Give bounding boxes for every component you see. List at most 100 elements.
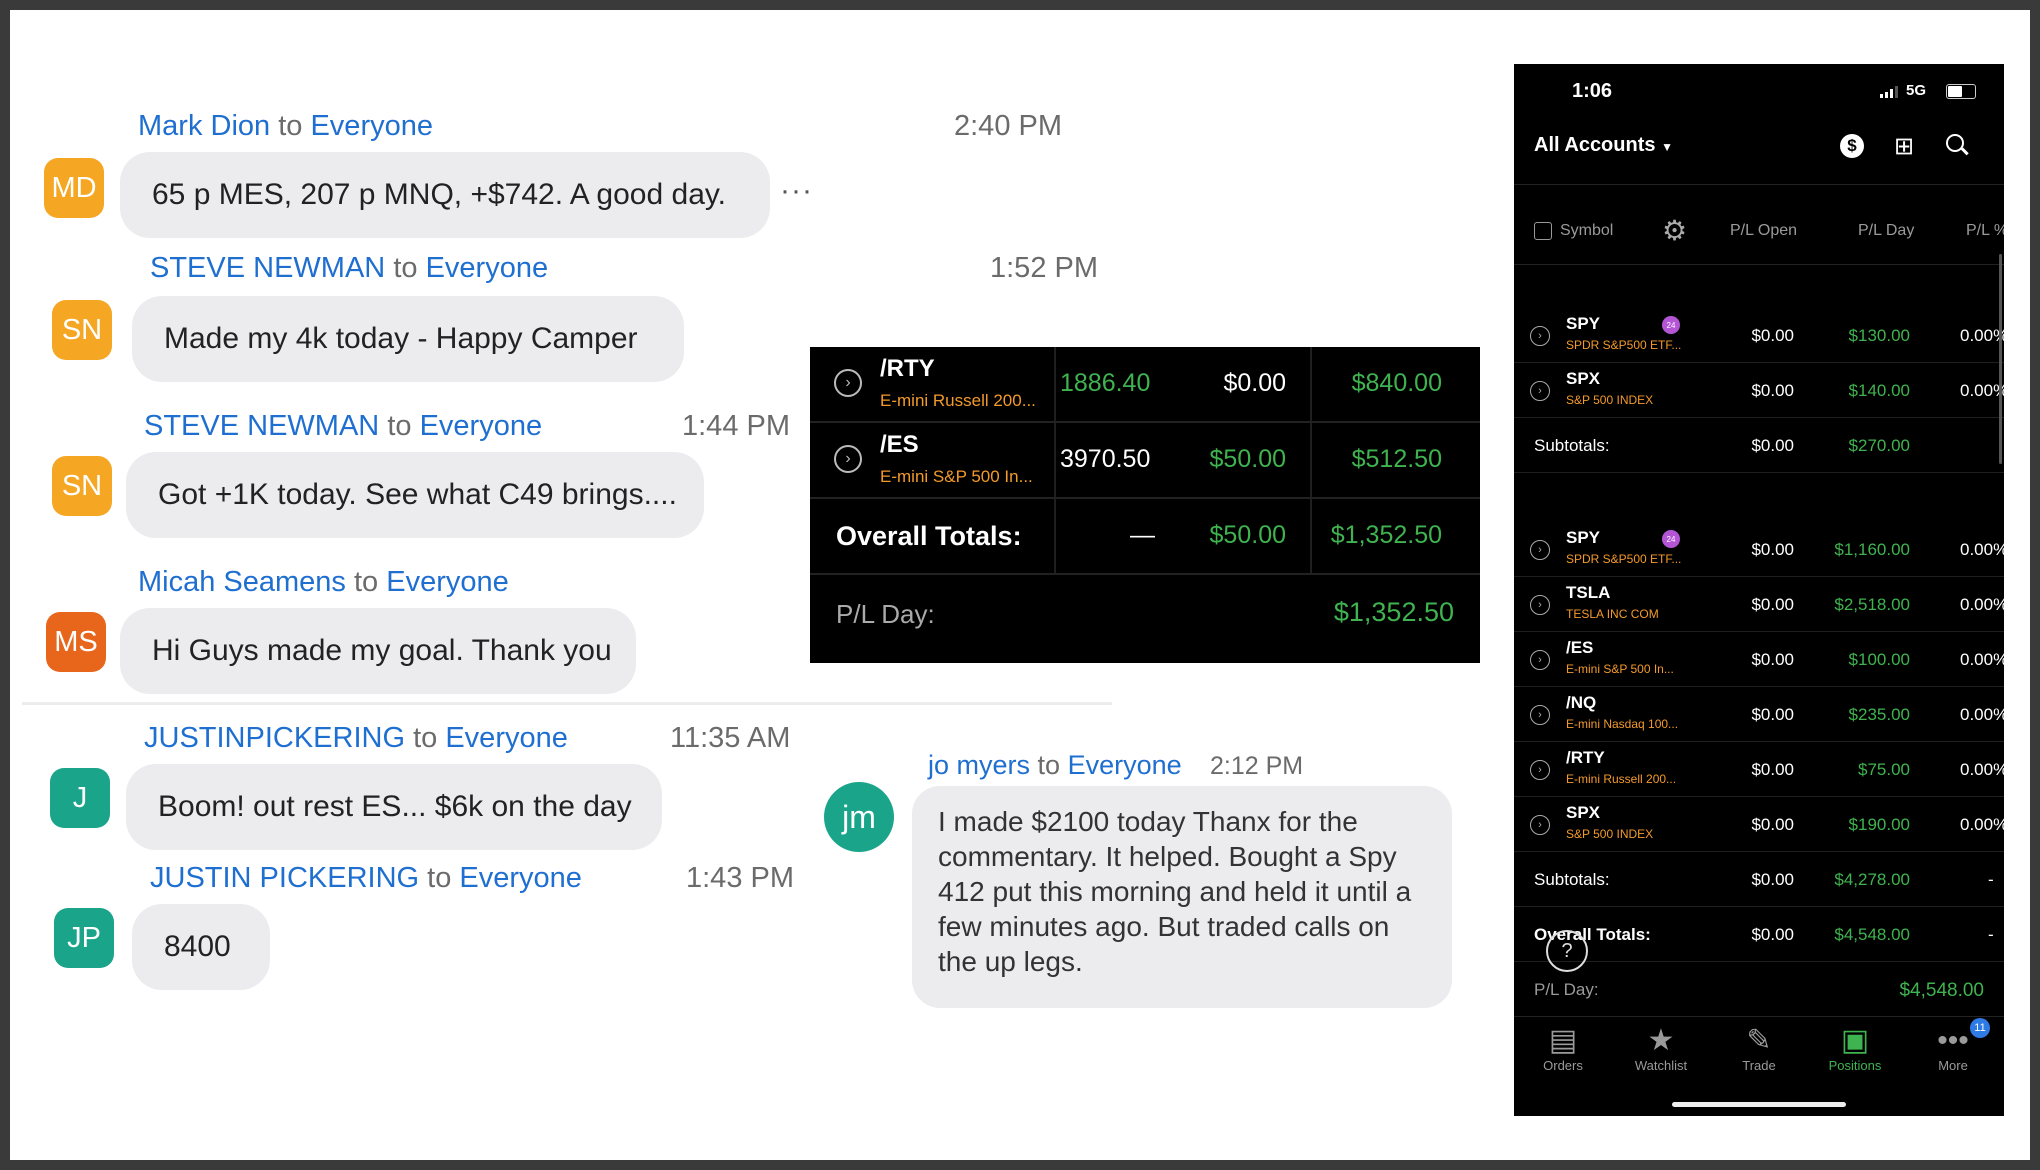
symbol: /RTY — [880, 355, 935, 382]
settings-gear-icon[interactable]: ⚙ — [1662, 214, 1687, 247]
sender-name[interactable]: STEVE NEWMAN — [144, 410, 379, 442]
scrollbar[interactable] — [1999, 254, 2002, 464]
symbol: SPX — [1566, 369, 1601, 388]
sender-name[interactable]: jo myers — [928, 750, 1030, 780]
pl-open: $0.00 — [1751, 760, 1794, 779]
to-label: to — [278, 110, 303, 142]
divider — [22, 702, 1112, 705]
position-row[interactable]: › /RTY E-mini Russell 200... $0.00 $75.0… — [1514, 742, 2004, 797]
sender-name[interactable]: JUSTIN PICKERING — [150, 862, 419, 894]
tab-trade[interactable]: ✎ Trade — [1714, 1024, 1804, 1073]
position-row[interactable]: › /NQ E-mini Nasdaq 100... $0.00 $235.00… — [1514, 687, 2004, 742]
notification-badge: 11 — [1970, 1018, 1990, 1038]
pl-open: $0.00 — [1751, 815, 1794, 834]
pl-day-row: P/L Day: $1,352.50 — [810, 575, 1480, 651]
expand-chevron-icon[interactable]: › — [1530, 326, 1550, 346]
tab-watchlist[interactable]: ★ Watchlist — [1616, 1024, 1706, 1073]
message-bubble[interactable]: Made my 4k today - Happy Camper — [132, 296, 684, 382]
battery-icon — [1946, 84, 1976, 99]
positions-icon: ▣ — [1840, 1024, 1870, 1057]
message-bubble[interactable]: Got +1K today. See what C49 brings.... — [126, 452, 704, 538]
expand-chevron-icon[interactable]: › — [1530, 540, 1550, 560]
sender-name[interactable]: JUSTINPICKERING — [144, 722, 405, 754]
column-symbol[interactable]: Symbol — [1560, 222, 1613, 240]
position-row[interactable]: › /ES E-mini S&P 500 In... $0.00 $100.00… — [1514, 632, 2004, 687]
position-row[interactable]: › SPY 24 SPDR S&P500 ETF... $0.00 $1,160… — [1514, 522, 2004, 577]
accounts-dropdown[interactable]: All Accounts ▼ — [1534, 134, 1673, 157]
pl-pct: 0.00% — [1960, 595, 2004, 614]
column-pl-pct[interactable]: P/L % — [1966, 222, 2004, 240]
pl-open: $0.00 — [1751, 326, 1794, 345]
network-label: 5G — [1906, 82, 1927, 99]
position-row[interactable]: › SPX S&P 500 INDEX $0.00 $190.00 0.00% — [1514, 797, 2004, 852]
to-label: to — [427, 862, 452, 894]
message-text: Hi Guys made my goal. Thank you — [152, 634, 612, 667]
expand-chevron-icon[interactable]: › — [834, 445, 862, 473]
positions-phone-screen: 1:06 5G All Accounts ▼ $ ⊞ Symbol ⚙ P/L … — [1514, 64, 2004, 1116]
message-time: 2:12 PM — [1210, 752, 1304, 780]
dollar-icon[interactable]: $ — [1840, 134, 1864, 158]
expand-chevron-icon[interactable]: › — [1530, 815, 1550, 835]
message-bubble[interactable]: I made $2100 today Thanx for the comment… — [912, 786, 1452, 1008]
message-bubble[interactable]: Hi Guys made my goal. Thank you — [120, 608, 636, 694]
position-row[interactable]: › SPY 24 SPDR S&P500 ETF... $0.00 $130.0… — [1514, 308, 2004, 363]
pl-pct: 0.00% — [1960, 650, 2004, 669]
tab-positions[interactable]: ▣ Positions — [1810, 1024, 1900, 1073]
pl-open: $0.00 — [1751, 381, 1794, 400]
tab-label: Orders — [1543, 1058, 1583, 1073]
column-pl-day[interactable]: P/L Day — [1858, 222, 1914, 240]
audience-name[interactable]: Everyone — [459, 862, 582, 894]
message-text: 8400 — [164, 930, 231, 963]
search-icon[interactable] — [1946, 134, 1970, 158]
audience-name[interactable]: Everyone — [1068, 750, 1182, 780]
audience-name[interactable]: Everyone — [386, 566, 509, 598]
audience-name[interactable]: Everyone — [310, 110, 433, 142]
symbol: /ES — [880, 431, 919, 458]
sender-name[interactable]: Mark Dion — [138, 110, 270, 142]
pl-open: $0.00 — [1751, 650, 1794, 669]
expand-chevron-icon[interactable]: › — [1530, 381, 1550, 401]
pl-open: $0.00 — [1223, 369, 1286, 397]
totals-pl-open: $50.00 — [1209, 521, 1286, 549]
to-label: to — [354, 566, 379, 598]
to-label: to — [393, 252, 418, 284]
table-row[interactable]: › /RTY E-mini Russell 200... 1886.40 $0.… — [810, 347, 1480, 423]
add-list-icon[interactable]: ⊞ — [1894, 132, 1914, 161]
column-pl-open[interactable]: P/L Open — [1730, 222, 1797, 240]
message-header: Mark Dion to Everyone — [138, 110, 433, 143]
position-row[interactable]: › SPX S&P 500 INDEX $0.00 $140.00 0.00% — [1514, 363, 2004, 418]
sender-name[interactable]: Micah Seamens — [138, 566, 346, 598]
badge: 24 — [1662, 316, 1680, 334]
more-options-icon[interactable]: ··· — [780, 174, 813, 208]
message-bubble[interactable]: 8400 — [132, 904, 270, 990]
audience-name[interactable]: Everyone — [426, 252, 549, 284]
pl-day-label: P/L Day: — [836, 599, 935, 629]
tab-orders[interactable]: ▤ Orders — [1518, 1024, 1608, 1073]
expand-chevron-icon[interactable]: › — [1530, 705, 1550, 725]
message-time: 1:43 PM — [686, 862, 794, 894]
avatar: SN — [52, 300, 112, 360]
tab-bar-divider — [1514, 1016, 2004, 1017]
symbol-description: SPDR S&P500 ETF... — [1566, 552, 1682, 566]
pl-day: $840.00 — [1351, 369, 1442, 397]
sender-name[interactable]: STEVE NEWMAN — [150, 252, 385, 284]
to-label: to — [1037, 750, 1061, 780]
symbol-description: S&P 500 INDEX — [1566, 393, 1654, 407]
expand-chevron-icon[interactable]: › — [1530, 595, 1550, 615]
audience-name[interactable]: Everyone — [420, 410, 543, 442]
header-divider — [1514, 264, 2004, 265]
pl-pct: 0.00% — [1960, 381, 2004, 400]
table-row[interactable]: › /ES E-mini S&P 500 In... 3970.50 $50.0… — [810, 423, 1480, 499]
audience-name[interactable]: Everyone — [445, 722, 568, 754]
help-button[interactable]: ? — [1546, 930, 1588, 972]
message-bubble[interactable]: Boom! out rest ES... $6k on the day — [126, 764, 662, 850]
expand-chevron-icon[interactable]: › — [1530, 760, 1550, 780]
expand-chevron-icon[interactable]: › — [834, 369, 862, 397]
select-all-checkbox[interactable] — [1534, 222, 1552, 240]
symbol: SPX — [1566, 803, 1601, 822]
position-row[interactable]: › TSLA TESLA INC COM $0.00 $2,518.00 0.0… — [1514, 577, 2004, 632]
symbol-description: E-mini S&P 500 In... — [880, 467, 1033, 486]
message-bubble[interactable]: 65 p MES, 207 p MNQ, +$742. A good day. — [120, 152, 770, 238]
expand-chevron-icon[interactable]: › — [1530, 650, 1550, 670]
trade-icon: ✎ — [1746, 1024, 1772, 1057]
